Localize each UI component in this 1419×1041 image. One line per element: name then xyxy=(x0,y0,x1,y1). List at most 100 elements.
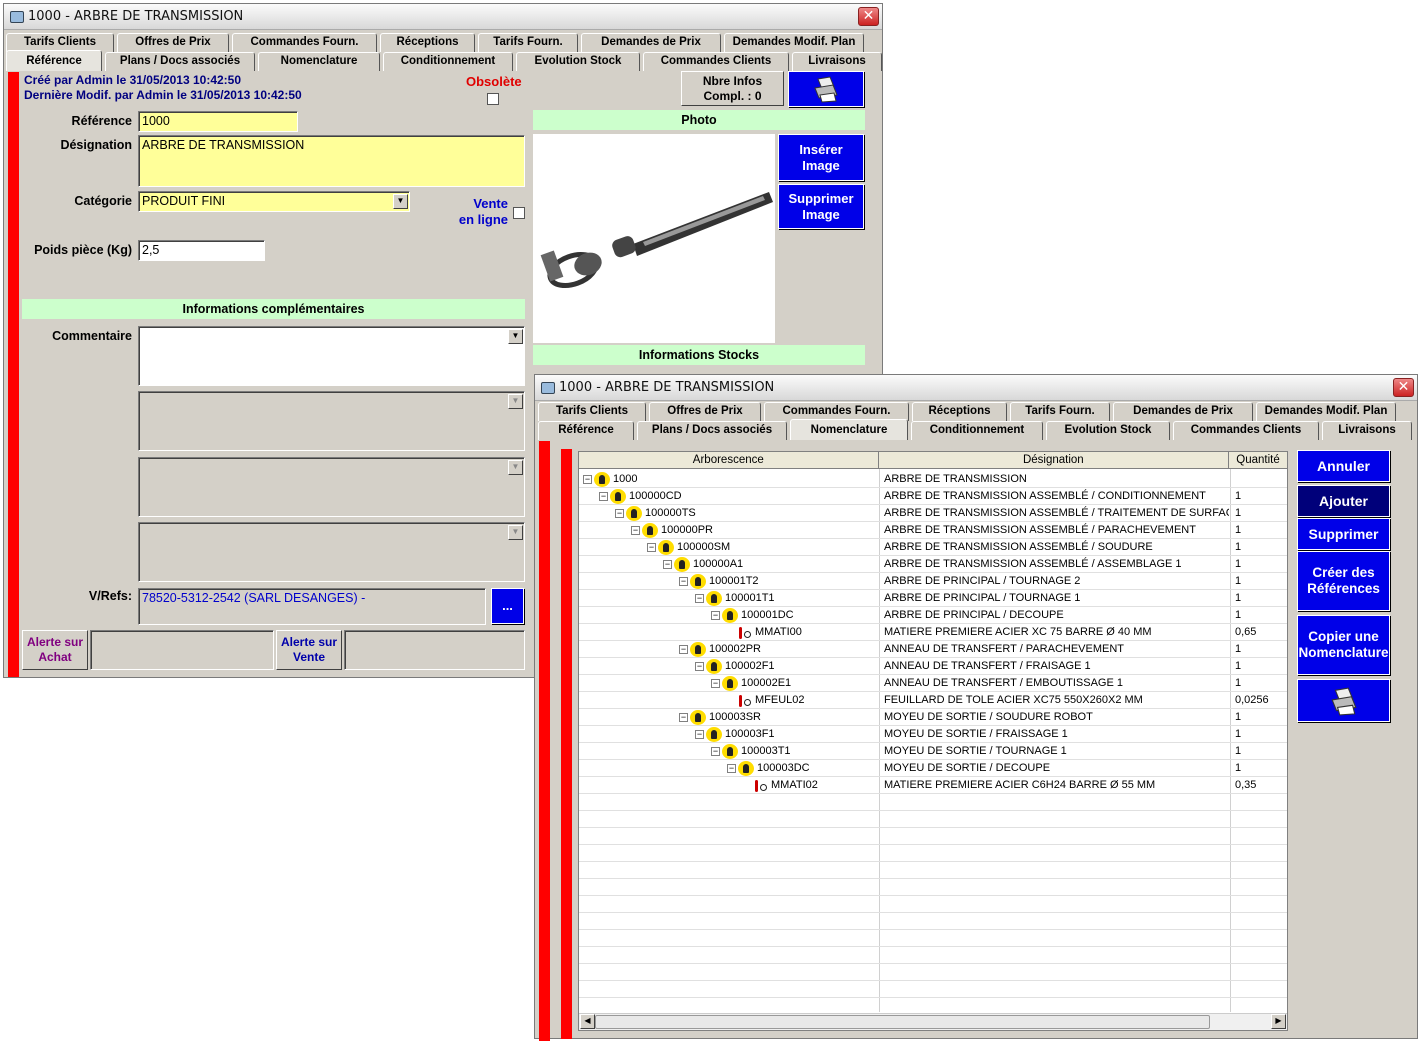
table-row[interactable]: − 100001DC ARBRE DE PRINCIPAL / DECOUPE 1 xyxy=(579,607,1287,624)
tree-node[interactable]: − 100003SR xyxy=(679,709,761,726)
tab-livraisons[interactable]: Livraisons xyxy=(1322,421,1412,440)
collapse-icon[interactable]: − xyxy=(695,662,704,671)
collapse-icon[interactable]: − xyxy=(631,526,640,535)
extra-field-3[interactable]: ▼ xyxy=(138,522,525,582)
obsolete-checkbox[interactable] xyxy=(487,93,499,105)
tree-node[interactable]: − 100003F1 xyxy=(695,726,775,743)
alerte-vente-button[interactable]: Alerte sur Vente xyxy=(276,630,342,670)
tab-plans-docs[interactable]: Plans / Docs associés xyxy=(105,52,255,71)
supprimer-button[interactable]: Supprimer xyxy=(1297,518,1390,550)
tab-livraisons[interactable]: Livraisons xyxy=(792,52,882,71)
tree-node[interactable]: − 100001DC xyxy=(711,607,794,624)
tab-receptions[interactable]: Réceptions xyxy=(380,33,475,52)
tab-tarifs-fourn[interactable]: Tarifs Fourn. xyxy=(1010,402,1110,421)
table-row[interactable]: − 1000 ARBRE DE TRANSMISSION xyxy=(579,471,1287,488)
poids-field[interactable]: 2,5 xyxy=(138,240,265,261)
tab-tarifs-fourn[interactable]: Tarifs Fourn. xyxy=(478,33,578,52)
table-row[interactable]: − 100000A1 ARBRE DE TRANSMISSION ASSEMBLÉ … xyxy=(579,556,1287,573)
copier-nomenclature-button[interactable]: Copier une Nomenclature xyxy=(1297,615,1390,675)
tab-commandes-clients[interactable]: Commandes Clients xyxy=(1173,421,1319,440)
table-row[interactable] xyxy=(579,930,1287,947)
commentaire-field[interactable]: ▼ xyxy=(138,326,525,386)
table-row[interactable] xyxy=(579,811,1287,828)
scroll-right-icon[interactable]: ▶ xyxy=(1271,1014,1286,1029)
collapse-icon[interactable]: − xyxy=(647,543,656,552)
tab-demandes-de-prix[interactable]: Demandes de Prix xyxy=(581,33,721,52)
table-row[interactable]: − 100003DC MOYEU DE SORTIE / DECOUPE 1 xyxy=(579,760,1287,777)
table-row[interactable]: − 100001T2 ARBRE DE PRINCIPAL / TOURNAGE 2… xyxy=(579,573,1287,590)
tab-nomenclature[interactable]: Nomenclature xyxy=(258,52,380,71)
categorie-select[interactable]: PRODUIT FINI ▼ xyxy=(138,191,410,212)
close-button[interactable]: ✕ xyxy=(858,7,879,26)
ajouter-button[interactable]: Ajouter xyxy=(1297,485,1390,517)
alerte-achat-field[interactable] xyxy=(90,630,274,670)
tab-reference[interactable]: Référence xyxy=(538,421,634,440)
collapse-icon[interactable]: − xyxy=(599,492,608,501)
tab-evolution-stock[interactable]: Evolution Stock xyxy=(1046,421,1170,440)
horizontal-scrollbar[interactable]: ◀ ▶ xyxy=(579,1013,1287,1030)
tree-node[interactable]: − 100000A1 xyxy=(663,556,743,573)
table-row[interactable]: − 100001T1 ARBRE DE PRINCIPAL / TOURNAGE 1… xyxy=(579,590,1287,607)
tree-node[interactable]: − 100002E1 xyxy=(711,675,791,692)
tree-node[interactable]: − 100000SM xyxy=(647,539,730,556)
tab-commandes-fourn[interactable]: Commandes Fourn. xyxy=(232,33,377,52)
tab-demandes-de-prix[interactable]: Demandes de Prix xyxy=(1113,402,1253,421)
table-row[interactable]: − 100000SM ARBRE DE TRANSMISSION ASSEMBLÉ … xyxy=(579,539,1287,556)
table-row[interactable]: − 100003F1 MOYEU DE SORTIE / FRAISSAGE 1 1 xyxy=(579,726,1287,743)
title-bar[interactable]: 1000 - ARBRE DE TRANSMISSION ✕ xyxy=(4,4,882,30)
tree-node[interactable]: − 100000CD xyxy=(599,488,682,505)
table-row[interactable]: − 100002F1 ANNEAU DE TRANSFERT / FRAISAGE … xyxy=(579,658,1287,675)
tab-receptions[interactable]: Réceptions xyxy=(912,402,1007,421)
alerte-achat-button[interactable]: Alerte sur Achat xyxy=(22,630,88,670)
chevron-down-icon[interactable]: ▼ xyxy=(508,394,523,409)
tree-node[interactable]: − 100002PR xyxy=(679,641,761,658)
table-row[interactable] xyxy=(579,828,1287,845)
title-bar[interactable]: 1000 - ARBRE DE TRANSMISSION ✕ xyxy=(535,375,1417,401)
tab-reference[interactable]: Référence xyxy=(6,50,102,71)
collapse-icon[interactable]: − xyxy=(695,730,704,739)
collapse-icon[interactable]: − xyxy=(615,509,624,518)
vente-en-ligne-checkbox[interactable] xyxy=(513,207,525,219)
table-row[interactable] xyxy=(579,862,1287,879)
table-row[interactable]: − 100003SR MOYEU DE SORTIE / SOUDURE ROBOT… xyxy=(579,709,1287,726)
table-row[interactable]: − 100002PR ANNEAU DE TRANSFERT / PARACHEVE… xyxy=(579,641,1287,658)
table-row[interactable] xyxy=(579,896,1287,913)
chevron-down-icon[interactable]: ▼ xyxy=(393,194,408,209)
collapse-icon[interactable]: − xyxy=(679,713,688,722)
creer-references-button[interactable]: Créer des Références xyxy=(1297,551,1390,611)
annuler-button[interactable]: Annuler xyxy=(1297,450,1390,482)
table-row[interactable]: − 100000TS ARBRE DE TRANSMISSION ASSEMBLÉ … xyxy=(579,505,1287,522)
table-row[interactable]: MMATI00 MATIERE PREMIERE ACIER XC 75 BARR… xyxy=(579,624,1287,641)
tab-tarifs-clients[interactable]: Tarifs Clients xyxy=(538,402,646,421)
tab-conditionnement[interactable]: Conditionnement xyxy=(383,52,513,71)
extra-field-1[interactable]: ▼ xyxy=(138,391,525,451)
col-quantite[interactable]: Quantité xyxy=(1229,452,1287,469)
tab-offres-de-prix[interactable]: Offres de Prix xyxy=(649,402,761,421)
tab-demandes-modif-plan[interactable]: Demandes Modif. Plan xyxy=(724,33,864,52)
collapse-icon[interactable]: − xyxy=(727,764,736,773)
chevron-down-icon[interactable]: ▼ xyxy=(508,329,523,344)
vrefs-field[interactable]: 78520-5312-2542 (SARL DESANGES) - xyxy=(138,588,486,625)
tree-node[interactable]: − 100001T1 xyxy=(695,590,775,607)
tab-nomenclature[interactable]: Nomenclature xyxy=(790,419,908,440)
tree-node[interactable]: − 100000TS xyxy=(615,505,696,522)
nbre-infos-button[interactable]: Nbre Infos Compl. : 0 xyxy=(681,71,784,106)
tree-node[interactable]: − 100001T2 xyxy=(679,573,759,590)
scroll-left-icon[interactable]: ◀ xyxy=(580,1014,595,1029)
print-button[interactable] xyxy=(788,71,864,107)
print-button[interactable] xyxy=(1297,679,1390,722)
table-row[interactable] xyxy=(579,947,1287,964)
close-button[interactable]: ✕ xyxy=(1393,378,1414,397)
tree-node[interactable]: MMATI00 xyxy=(727,624,802,641)
collapse-icon[interactable]: − xyxy=(663,560,672,569)
tree-node[interactable]: − 1000 xyxy=(583,471,637,488)
collapse-icon[interactable]: − xyxy=(679,577,688,586)
table-row[interactable] xyxy=(579,845,1287,862)
table-row[interactable]: MMATI02 MATIERE PREMIERE ACIER C6H24 BARR… xyxy=(579,777,1287,794)
tree-node[interactable]: − 100002F1 xyxy=(695,658,775,675)
table-row[interactable] xyxy=(579,879,1287,896)
tab-commandes-clients[interactable]: Commandes Clients xyxy=(643,52,789,71)
collapse-icon[interactable]: − xyxy=(711,679,720,688)
scroll-thumb[interactable] xyxy=(595,1015,1210,1029)
table-row[interactable] xyxy=(579,964,1287,981)
